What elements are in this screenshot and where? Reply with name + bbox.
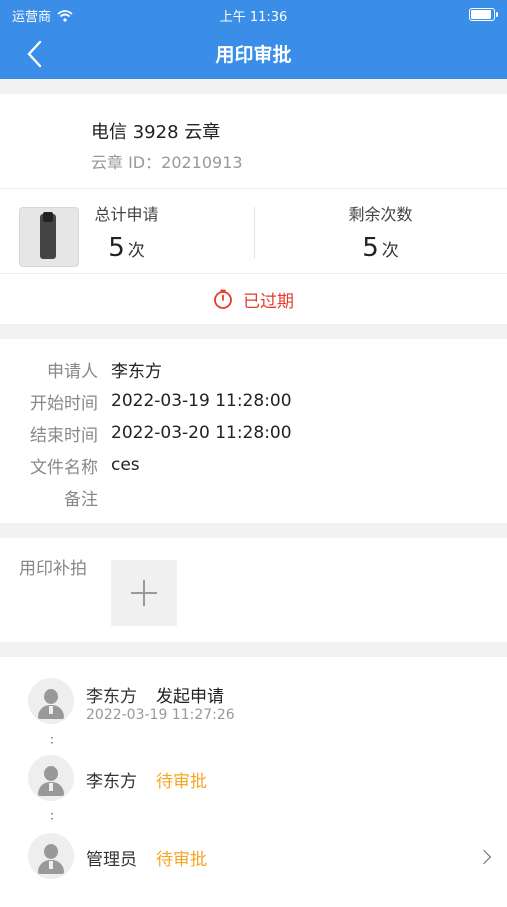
device-info: 电信 3928 云章 云章 ID：20210913 bbox=[0, 94, 507, 267]
status-time: 上午 11:36 bbox=[219, 10, 288, 25]
detail-label: 申请人 bbox=[47, 361, 98, 382]
detail-applicant: 申请人 李东方 bbox=[0, 353, 507, 385]
status-bar: 运营商 上午 11:36 bbox=[0, 0, 507, 28]
flow-connector: · · bbox=[50, 807, 54, 826]
supplementary-photos: 用印补拍 bbox=[0, 538, 507, 642]
detail-label: 结束时间 bbox=[30, 425, 98, 446]
stat-total-value: 5次 bbox=[0, 233, 253, 263]
device-card: 电信 3928 云章 云章 ID：20210913 总计申请 5次 剩余次数 5… bbox=[0, 94, 507, 324]
detail-label: 文件名称 bbox=[30, 457, 98, 478]
flow-step-name: 管理员 bbox=[86, 850, 137, 870]
stat-remaining-label: 剩余次数 bbox=[348, 205, 413, 224]
detail-label: 备注 bbox=[64, 489, 98, 510]
flow-step-action: 待审批 bbox=[156, 850, 207, 870]
detail-start-time: 开始时间 2022-03-19 11:28:00 bbox=[0, 385, 507, 417]
add-photo-button[interactable] bbox=[111, 560, 177, 626]
stat-total-number: 5 bbox=[108, 233, 125, 263]
approval-flow: 李东方 发起申请 2022-03-19 11:27:26 · · 李东方 待审批 … bbox=[0, 657, 507, 907]
user-avatar-icon bbox=[28, 833, 74, 879]
navbar: 用印审批 bbox=[0, 28, 507, 79]
device-id-label: 云章 ID： bbox=[91, 153, 162, 172]
detail-value: ces bbox=[111, 455, 140, 475]
photos-label: 用印补拍 bbox=[19, 559, 87, 579]
flow-connector: · · bbox=[50, 731, 54, 750]
stat-remaining-number: 5 bbox=[362, 233, 379, 263]
flow-step-name: 李东方 bbox=[86, 772, 137, 792]
detail-label: 开始时间 bbox=[30, 393, 98, 414]
stat-total-label: 总计申请 bbox=[94, 205, 159, 224]
chevron-right-icon[interactable] bbox=[476, 849, 492, 865]
status-text: 已过期 bbox=[243, 291, 294, 312]
flow-step-time: 2022-03-19 11:27:26 bbox=[86, 707, 235, 723]
flow-step-action: 待审批 bbox=[156, 772, 207, 792]
flow-step-name: 李东方 bbox=[86, 687, 137, 707]
user-avatar-icon bbox=[28, 678, 74, 724]
device-name: 电信 3928 云章 bbox=[91, 122, 221, 143]
stat-total: 总计申请 5次 bbox=[0, 189, 253, 263]
flow-step-action: 发起申请 bbox=[156, 687, 224, 707]
battery-icon bbox=[469, 8, 498, 21]
detail-file-name: 文件名称 ces bbox=[0, 449, 507, 481]
usage-stats: 总计申请 5次 剩余次数 5次 bbox=[0, 189, 507, 274]
application-details: 申请人 李东方 开始时间 2022-03-19 11:28:00 结束时间 20… bbox=[0, 339, 507, 523]
header: 运营商 上午 11:36 用印审批 bbox=[0, 0, 507, 79]
status-expired: 已过期 bbox=[0, 274, 507, 324]
detail-value: 李东方 bbox=[111, 361, 162, 382]
stat-remaining-unit: 次 bbox=[381, 241, 399, 261]
timer-icon bbox=[214, 289, 232, 309]
device-id-value: 20210913 bbox=[161, 153, 243, 172]
detail-value: 2022-03-20 11:28:00 bbox=[111, 423, 292, 443]
detail-remark: 备注 bbox=[0, 481, 507, 513]
stat-remaining: 剩余次数 5次 bbox=[254, 189, 507, 263]
stat-total-unit: 次 bbox=[127, 241, 145, 261]
user-avatar-icon bbox=[28, 755, 74, 801]
device-id: 云章 ID：20210913 bbox=[91, 149, 243, 173]
detail-value: 2022-03-19 11:28:00 bbox=[111, 391, 292, 411]
detail-end-time: 结束时间 2022-03-20 11:28:00 bbox=[0, 417, 507, 449]
page-title: 用印审批 bbox=[215, 44, 292, 66]
stat-remaining-value: 5次 bbox=[254, 233, 507, 263]
